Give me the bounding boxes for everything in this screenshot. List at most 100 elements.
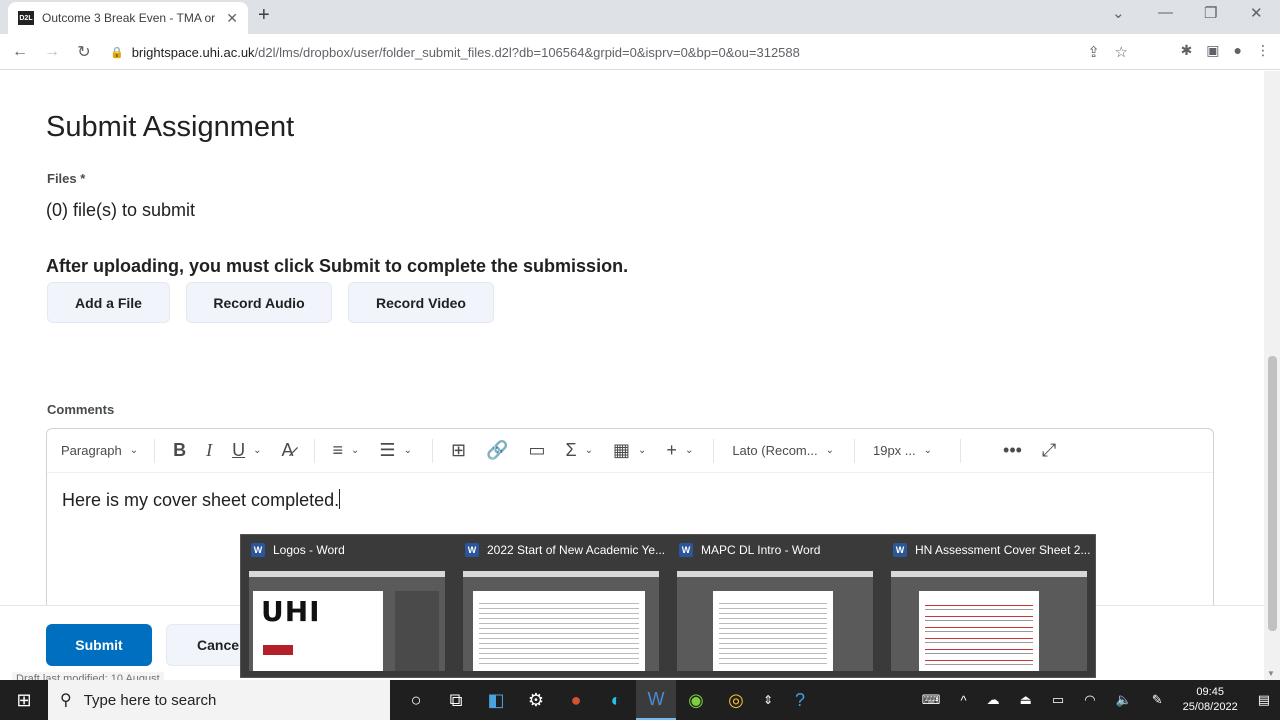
bold-icon[interactable]: B [173, 440, 186, 461]
comments-label: Comments [47, 402, 115, 417]
chevron-down-icon: ⌄ [351, 445, 360, 456]
add-file-button[interactable]: Add a File [47, 282, 170, 323]
submit-button[interactable]: Submit [46, 624, 152, 666]
browser-toolbar: ← → ↻ 🔒 brightspace.uhi.ac.uk/d2l/lms/dr… [0, 34, 1280, 70]
window-thumbnail[interactable]: W Logos - Word UHI [241, 535, 455, 679]
taskbar-clock[interactable]: 09:45 25/08/2022 [1183, 685, 1238, 715]
minimize-icon[interactable]: — [1158, 4, 1173, 21]
close-tab-icon[interactable]: ✕ [226, 10, 238, 27]
document-page: UHI [253, 591, 383, 671]
page-scrollbar[interactable]: ▼ [1264, 71, 1280, 680]
browser-menu-icon[interactable]: ⋮ [1256, 42, 1270, 59]
editor-content[interactable]: Here is my cover sheet completed. [47, 473, 1213, 527]
notifications-icon[interactable]: ▤ [1258, 692, 1270, 708]
taskbar-thumbnail-popup: W Logos - Word UHI W 2022 Start of New Aca… [240, 534, 1096, 678]
insert-stuff-icon[interactable]: ⊞ [451, 440, 466, 461]
thumbnail-preview [677, 571, 873, 671]
reload-icon[interactable]: ↻ [68, 42, 100, 62]
draft-note: Draft last modified: 10 August [12, 672, 164, 680]
equation-dropdown[interactable]: Σ ⌄ [565, 440, 593, 461]
bookmark-star-icon[interactable]: ☆ [1115, 43, 1128, 61]
extension-icons: ✱ ▣ ● ⋮ [1181, 42, 1270, 59]
table-dropdown[interactable]: ▦ ⌄ [613, 440, 646, 461]
settings-gear-icon[interactable]: ⚙ [516, 680, 556, 720]
clear-format-icon[interactable]: A̷ [282, 440, 294, 461]
font-size-dropdown[interactable]: 19px ... ⌄ [873, 443, 932, 458]
tab-search-icon[interactable]: ⌄ [1112, 4, 1125, 22]
more-actions-icon[interactable]: ••• [1003, 440, 1022, 461]
app-green-icon[interactable]: ◉ [676, 680, 716, 720]
word-icon: W [251, 543, 265, 557]
wifi-icon[interactable]: ◠ [1084, 692, 1095, 708]
word-icon: W [465, 543, 479, 557]
font-family-dropdown[interactable]: Lato (Recom... ⌄ [732, 443, 834, 458]
chevron-down-icon: ⌄ [253, 445, 262, 456]
list-dropdown[interactable]: ☰ ⌄ [379, 440, 412, 461]
browser-tabbar: D2L Outcome 3 Break Even - TMA or ✕ + ⌄ … [0, 0, 1280, 34]
powerpoint-icon[interactable]: ● [556, 680, 596, 720]
scroll-down-icon[interactable]: ▼ [1267, 669, 1275, 678]
thumbnail-preview [891, 571, 1087, 671]
cortana-icon[interactable]: ○ [396, 680, 436, 720]
record-video-button[interactable]: Record Video [348, 282, 494, 323]
forward-icon[interactable]: → [36, 43, 68, 61]
plus-icon: + [666, 440, 677, 460]
table-icon: ▦ [613, 440, 631, 460]
insert-link-icon[interactable]: 🔗 [486, 440, 508, 461]
record-audio-button[interactable]: Record Audio [186, 282, 332, 323]
window-thumbnail[interactable]: W MAPC DL Intro - Word [669, 535, 883, 679]
window-thumbnail[interactable]: W HN Assessment Cover Sheet 2... [883, 535, 1097, 679]
chrome-icon[interactable]: ◎ [716, 680, 756, 720]
onedrive-icon[interactable]: ☁ [987, 692, 1000, 708]
chevron-down-icon: ⌄ [403, 445, 412, 456]
restore-icon[interactable]: ❐ [1204, 4, 1217, 22]
keyboard-icon[interactable]: ⌨ [922, 692, 941, 708]
profile-avatar-icon[interactable]: ● [1234, 42, 1242, 59]
insert-image-icon[interactable]: ▭ [528, 440, 545, 461]
new-tab-icon[interactable]: + [258, 4, 270, 27]
extensions-puzzle-icon[interactable]: ✱ [1181, 42, 1193, 59]
address-bar[interactable]: 🔒 brightspace.uhi.ac.uk/d2l/lms/dropbox/… [110, 38, 1140, 66]
browser-tab[interactable]: D2L Outcome 3 Break Even - TMA or ✕ [8, 2, 248, 34]
word-taskbar-icon[interactable]: W [636, 680, 676, 720]
volume-icon[interactable]: 🔈 [1116, 692, 1132, 708]
side-panel-icon[interactable]: ▣ [1206, 42, 1219, 59]
font-size-label: 19px ... [872, 443, 916, 458]
webex-icon[interactable]: ◐ [596, 680, 636, 720]
fullscreen-icon[interactable]: ⤢ [1042, 440, 1056, 461]
files-label: Files * [47, 171, 85, 186]
scrollbar-thumb[interactable] [1268, 356, 1277, 631]
underline-icon: U [232, 440, 246, 460]
paragraph-format-dropdown[interactable]: Paragraph ⌄ [61, 443, 138, 458]
close-window-icon[interactable]: ✕ [1250, 4, 1263, 22]
italic-icon[interactable]: I [206, 440, 212, 461]
insert-dropdown[interactable]: + ⌄ [666, 440, 693, 461]
task-view-icon[interactable]: ⧉ [436, 680, 476, 720]
chevron-down-icon: ⌄ [684, 445, 694, 456]
back-icon[interactable]: ← [4, 43, 36, 61]
lock-icon[interactable]: 🔒 [110, 46, 124, 59]
pen-icon[interactable]: ✎ [1152, 692, 1163, 708]
uhi-logo: UHI [261, 595, 321, 628]
battery-icon[interactable]: ▭ [1052, 692, 1064, 708]
usb-icon[interactable]: ⏏ [1020, 692, 1032, 708]
windows-start-icon[interactable]: ⊞ [0, 680, 48, 720]
taskbar-scroll-icon[interactable]: ⇕ [756, 680, 780, 720]
toolbar-divider [154, 438, 156, 463]
chevron-down-icon: ⌄ [923, 445, 933, 456]
help-icon[interactable]: ? [780, 680, 820, 720]
clock-time: 09:45 [1196, 686, 1224, 698]
underline-dropdown[interactable]: U ⌄ [232, 440, 261, 461]
align-dropdown[interactable]: ≡ ⌄ [333, 440, 360, 461]
d2l-favicon-icon: D2L [18, 11, 34, 25]
taskbar-search-box[interactable]: ⚲ Type here to search [48, 680, 390, 720]
document-page [473, 591, 645, 671]
share-icon[interactable]: ⇪ [1087, 43, 1100, 61]
toolbar-divider [431, 438, 433, 463]
show-hidden-icons-icon[interactable]: ^ [961, 693, 967, 708]
window-thumbnail[interactable]: W 2022 Start of New Academic Ye... [455, 535, 669, 679]
outlook-icon[interactable]: ◧ [476, 680, 516, 720]
thumbnail-title-text: HN Assessment Cover Sheet 2... [915, 543, 1091, 557]
thumbnail-preview [463, 571, 659, 671]
thumbnail-title: W HN Assessment Cover Sheet 2... [893, 543, 1090, 557]
